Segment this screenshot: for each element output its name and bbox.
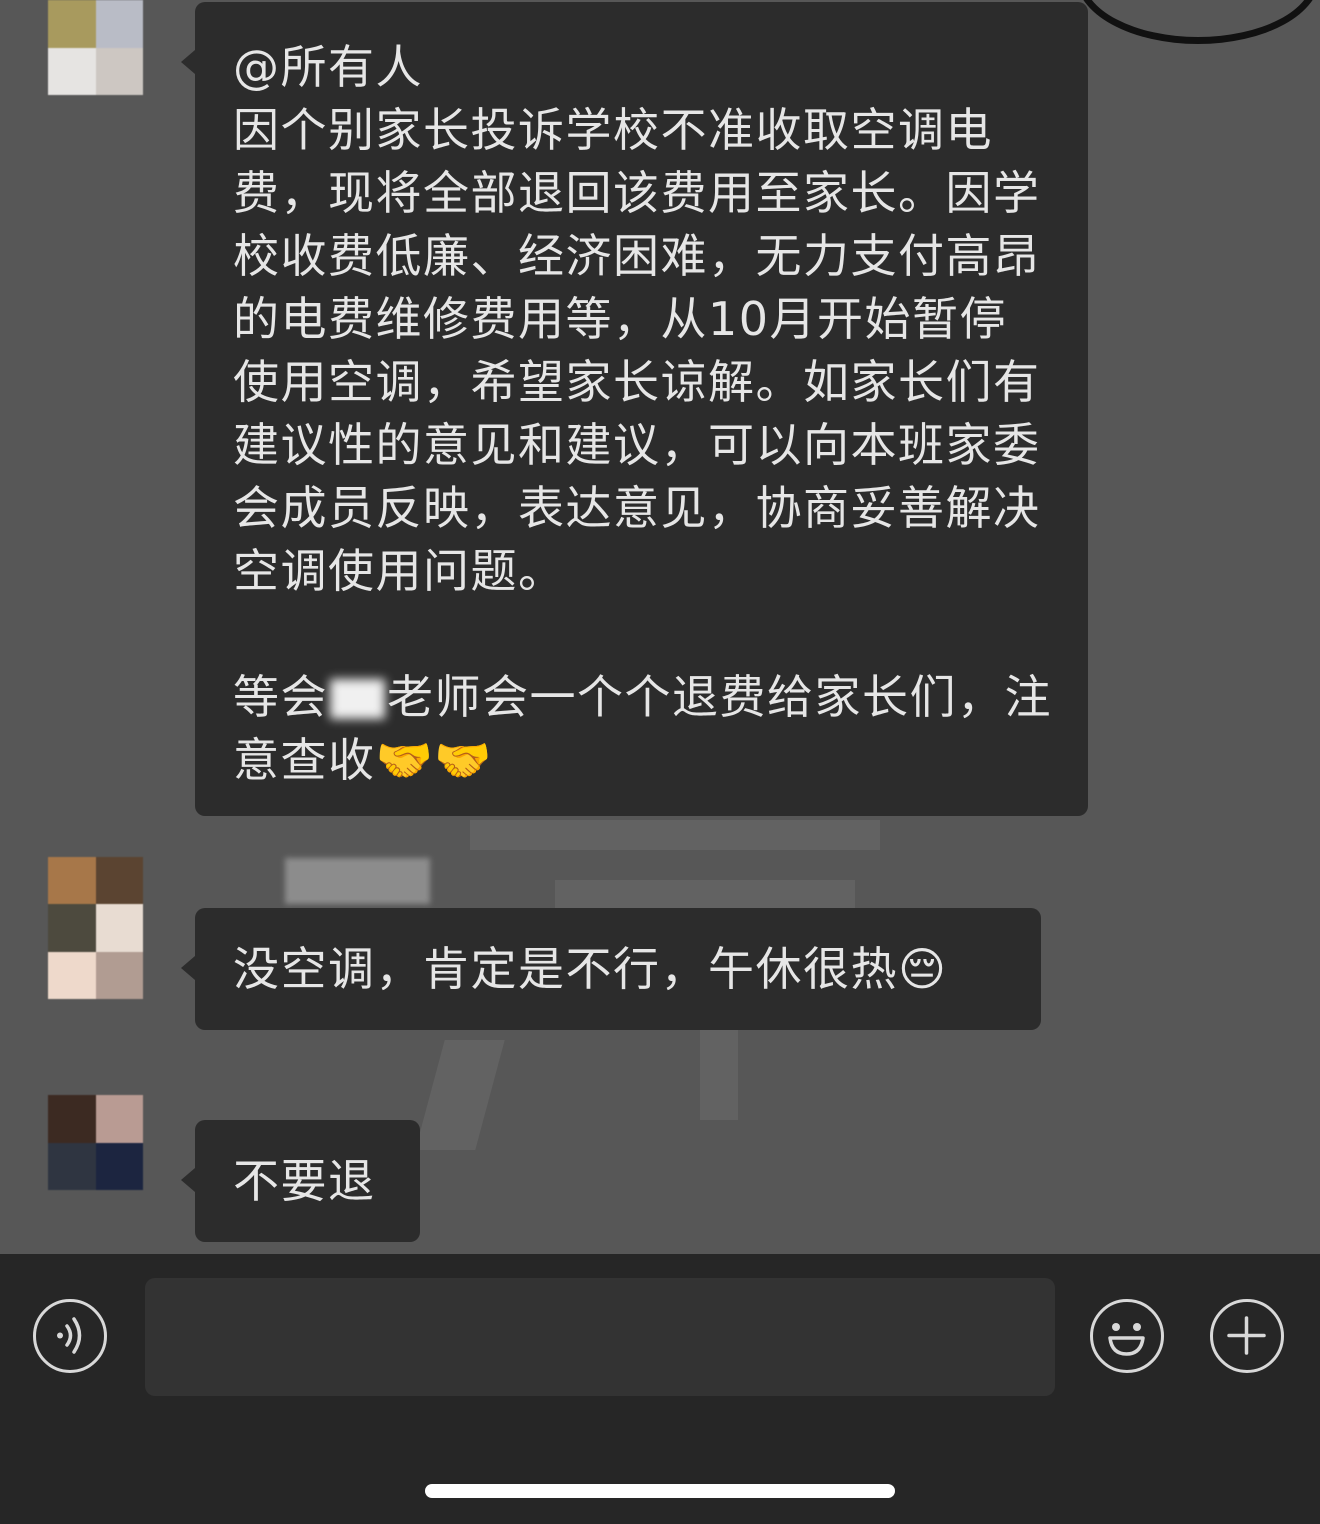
message-bubble[interactable]: 不要退	[181, 1120, 420, 1242]
top-right-sticker	[1076, 0, 1320, 44]
composer-bar	[0, 1254, 1320, 1524]
home-indicator[interactable]	[425, 1484, 895, 1498]
background-watermark	[415, 1040, 505, 1150]
background-watermark	[470, 820, 880, 850]
background-watermark	[555, 880, 855, 908]
avatar[interactable]	[48, 857, 143, 999]
chat-screen: @所有人 因个别家长投诉学校不准收取空调电费，现将全部退回该费用至家长。因学校收…	[0, 0, 1320, 1524]
message-bubble[interactable]: 没空调，肯定是不行，午休很热😔	[181, 908, 1041, 1030]
message-text: 没空调，肯定是不行，午休很热😔	[233, 942, 948, 996]
emoji-icon[interactable]	[1090, 1299, 1164, 1373]
redacted-name	[330, 679, 385, 719]
voice-icon[interactable]	[33, 1299, 107, 1373]
avatar[interactable]	[48, 0, 143, 95]
plus-icon[interactable]	[1210, 1299, 1284, 1373]
message-bubble[interactable]: @所有人 因个别家长投诉学校不准收取空调电费，现将全部退回该费用至家长。因学校收…	[181, 2, 1088, 816]
background-watermark	[700, 1030, 738, 1120]
message-text: @所有人 因个别家长投诉学校不准收取空调电费，现将全部退回该费用至家长。因学校收…	[233, 40, 1052, 787]
avatar[interactable]	[48, 1095, 143, 1190]
sender-name	[285, 858, 430, 904]
message-text: 不要退	[233, 1154, 376, 1208]
message-input[interactable]	[145, 1278, 1055, 1396]
